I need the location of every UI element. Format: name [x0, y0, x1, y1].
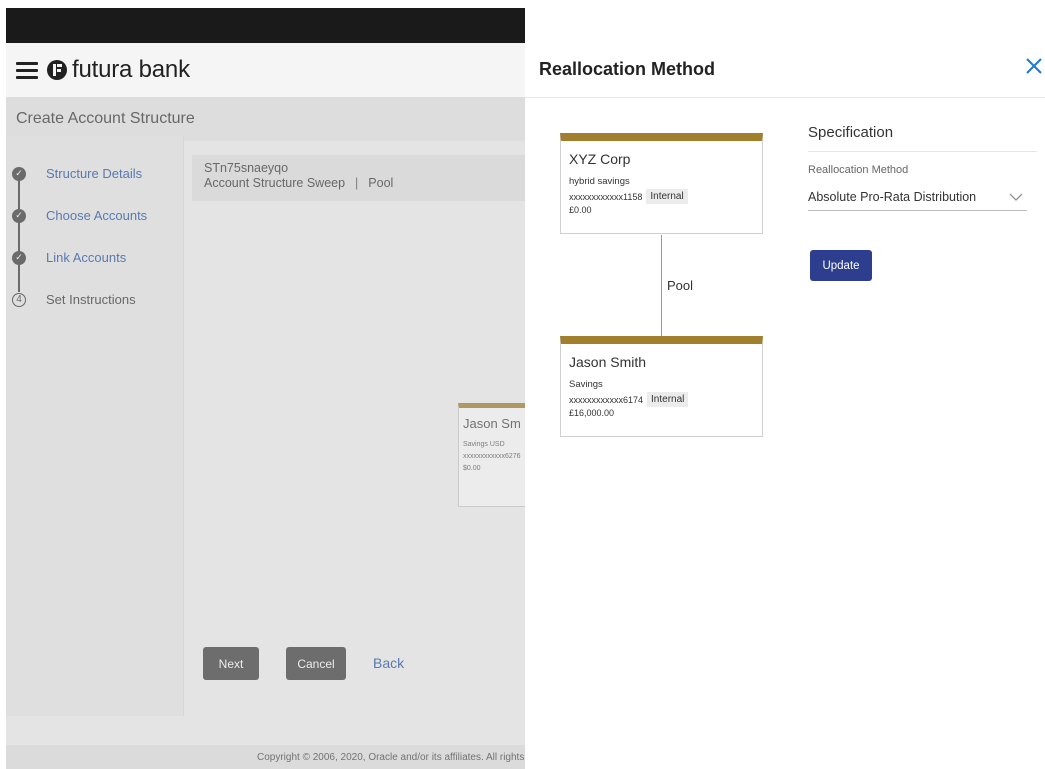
account-badge: Internal	[646, 189, 688, 204]
specification-heading: Specification	[808, 124, 1037, 152]
reallocation-method-panel: Reallocation Method XYZ Corp hybrid savi…	[525, 8, 1045, 769]
panel-header: Reallocation Method	[525, 8, 1045, 98]
hamburger-menu-icon[interactable]	[16, 61, 38, 79]
reallocation-method-label: Reallocation Method	[808, 164, 909, 176]
account-balance: £16,000.00	[569, 408, 615, 418]
child-account-card[interactable]: Jason Smith Savings xxxxxxxxxxxx6174 Int…	[560, 336, 763, 437]
account-holder-name: Jason Smith	[569, 354, 647, 370]
link-type-label: Pool	[667, 278, 694, 293]
selected-value: Absolute Pro-Rata Distribution	[808, 190, 977, 204]
close-icon[interactable]	[1025, 57, 1045, 79]
account-number: xxxxxxxxxxxx6174	[569, 394, 644, 405]
bank-logo-icon	[46, 59, 68, 81]
tree-connector	[661, 235, 662, 337]
chevron-down-icon	[1009, 193, 1023, 201]
app-header: futura bank	[6, 43, 525, 97]
account-balance: £0.00	[569, 205, 592, 215]
account-number: xxxxxxxxxxxx1158	[569, 191, 643, 202]
account-holder-name: XYZ Corp	[569, 151, 631, 167]
account-type: Savings	[569, 379, 603, 390]
top-bar	[6, 8, 525, 43]
specification-section: Specification Reallocation Method Absolu…	[808, 124, 1037, 211]
brand-name: futura bank	[72, 56, 190, 83]
update-button[interactable]: Update	[810, 250, 872, 281]
modal-backdrop[interactable]	[6, 97, 525, 769]
parent-account-card[interactable]: XYZ Corp hybrid savings xxxxxxxxxxxx1158…	[560, 133, 763, 234]
viewport: futura bank Create Account Structure ✓ S…	[0, 0, 1045, 769]
reallocation-method-select[interactable]: Absolute Pro-Rata Distribution	[808, 184, 1027, 211]
panel-title: Reallocation Method	[539, 59, 716, 79]
account-type: hybrid savings	[569, 176, 630, 187]
account-badge: Internal	[647, 392, 689, 407]
background-page: futura bank Create Account Structure ✓ S…	[6, 8, 525, 769]
